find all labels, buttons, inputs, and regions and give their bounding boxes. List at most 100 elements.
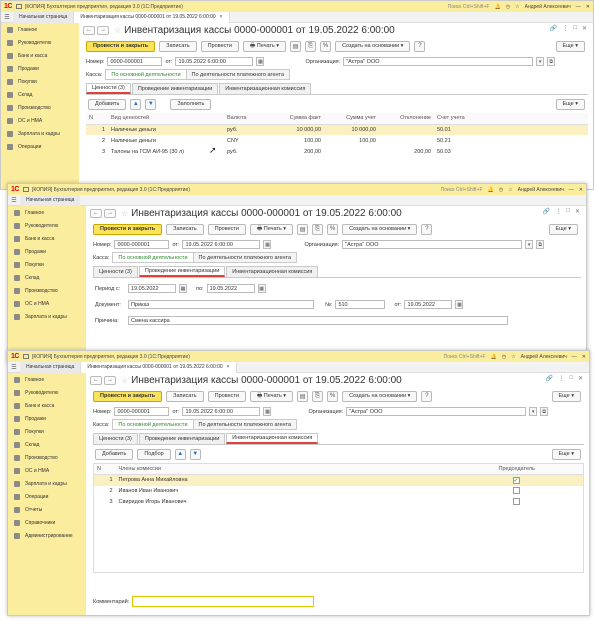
add-button[interactable]: Добавить [88, 98, 127, 110]
expand-icon[interactable]: □ [573, 25, 577, 32]
back-icon[interactable]: ← [83, 25, 95, 35]
minimize-icon[interactable]: — [572, 354, 577, 360]
more-icon[interactable]: ⋮ [558, 375, 564, 382]
doc-no-field[interactable]: 510 [335, 300, 386, 309]
back-icon[interactable]: ← [90, 208, 102, 218]
tab-conduct[interactable]: Проведение инвентаризации [131, 83, 219, 94]
number-field[interactable]: 0000-000001 [107, 57, 163, 66]
expand-icon[interactable]: □ [566, 208, 570, 215]
period-to-field[interactable]: 19.05.2022 [206, 284, 255, 293]
reason-field[interactable]: Смена кассира [128, 316, 508, 325]
history-icon[interactable]: ◷ [506, 4, 510, 10]
table-row[interactable]: 2 Иванов Иван Иванович [94, 486, 584, 497]
search-hint[interactable]: Поиск Ctrl+Shift+F [448, 4, 490, 10]
calendar-icon[interactable]: ▦ [257, 284, 266, 293]
history-icon[interactable]: ◷ [499, 187, 503, 193]
tab-values[interactable]: Ценности (3) [93, 266, 138, 277]
post-button[interactable]: Провести [200, 40, 240, 52]
favorite-star-icon[interactable]: ☆ [114, 26, 121, 35]
calendar-icon[interactable]: ▦ [256, 57, 265, 66]
org-open-icon[interactable]: ⧉ [536, 240, 545, 249]
org-field[interactable]: "Астра" ООО [342, 240, 523, 249]
close-form-icon[interactable]: ✕ [582, 25, 587, 32]
tab-home[interactable]: Начальная страница [20, 361, 81, 373]
post-button[interactable]: Провести [207, 390, 247, 402]
help-button[interactable]: ? [421, 390, 433, 402]
tab-conduct[interactable]: Проведение инвентаризации [138, 433, 226, 444]
sidebar-item-production[interactable]: Производство [8, 284, 86, 297]
chair-checkbox[interactable] [512, 486, 520, 494]
expand-icon[interactable]: □ [569, 375, 573, 382]
user-name[interactable]: Андрей Алексеевич [521, 354, 567, 360]
sidebar-item-assets[interactable]: ОС и НМА [8, 464, 86, 477]
tab-document[interactable]: Инвентаризация кассы 0000-000001 от 19.0… [73, 11, 230, 23]
favorite-star-icon[interactable]: ☆ [121, 209, 128, 218]
sidebar-item-purchases[interactable]: Покупки [8, 425, 86, 438]
tab-values[interactable]: Ценности (3) [86, 83, 131, 94]
cash-agent-tab[interactable]: По деятельности платежного агента [185, 69, 291, 80]
sidebar-item-operations[interactable]: Операции [1, 140, 79, 153]
report-icon[interactable]: ▤ [297, 390, 309, 402]
org-dropdown-icon[interactable]: ▾ [536, 57, 545, 66]
help-button[interactable]: ? [421, 223, 433, 235]
menu-icon[interactable]: ☰ [8, 197, 20, 204]
tab-home[interactable]: Начальная страница [20, 194, 81, 206]
cash-agent-tab[interactable]: По деятельности платежного агента [192, 419, 298, 430]
tab-document[interactable]: Инвентаризация кассы 0000-000001 от 19.0… [80, 361, 237, 373]
sidebar-item-assets[interactable]: ОС и НМА [1, 114, 79, 127]
select-button[interactable]: Подбор [137, 448, 171, 460]
period-from-field[interactable]: 19.05.2022 [128, 284, 176, 293]
star-icon[interactable]: ☆ [511, 354, 515, 360]
cash-main-tab[interactable]: По основной деятельности [112, 252, 194, 263]
forward-icon[interactable]: → [104, 375, 116, 385]
add-button[interactable]: Добавить [95, 448, 134, 460]
print-button[interactable]: 🖶 Печать ▾ [250, 223, 294, 235]
sidebar-item-salary[interactable]: Зарплата и кадры [1, 127, 79, 140]
sidebar-item-main[interactable]: Главное [8, 206, 86, 219]
sidebar-item-manager[interactable]: Руководителю [8, 386, 86, 399]
report-icon[interactable]: ▤ [290, 40, 302, 52]
menu-icon[interactable]: ☰ [1, 14, 13, 21]
more-button[interactable]: Еще ▾ [548, 223, 578, 235]
percent-icon[interactable]: % [327, 223, 339, 235]
post-close-button[interactable]: Провести и закрыть [93, 223, 163, 235]
close-form-icon[interactable]: ✕ [575, 208, 580, 215]
percent-icon[interactable]: % [327, 390, 339, 402]
menu-icon[interactable]: ☰ [8, 364, 20, 371]
tab-home[interactable]: Начальная страница [13, 11, 74, 23]
sidebar-item-admin[interactable]: Администрирование [8, 529, 86, 542]
back-icon[interactable]: ← [90, 375, 102, 385]
forward-icon[interactable]: → [97, 25, 109, 35]
sidebar-item-sales[interactable]: Продажи [8, 412, 86, 425]
create-based-button[interactable]: Создать на основании ▾ [342, 223, 418, 235]
table-row[interactable]: 1 Петрова Анна Михайловна ✓ [93, 474, 584, 486]
cash-main-tab[interactable]: По основной деятельности [112, 419, 194, 430]
print-button[interactable]: 🖶 Печать ▾ [243, 40, 287, 52]
sidebar-item-main[interactable]: Главное [8, 373, 86, 386]
post-button[interactable]: Провести [207, 223, 247, 235]
save-button[interactable]: Записать [159, 40, 197, 52]
move-down-icon[interactable]: ▼ [145, 98, 157, 110]
forward-icon[interactable]: → [104, 208, 116, 218]
search-hint[interactable]: Поиск Ctrl+Shift+F [441, 187, 483, 193]
favorite-star-icon[interactable]: ☆ [121, 376, 128, 385]
print-button[interactable]: 🖶 Печать ▾ [250, 390, 294, 402]
date-field[interactable]: 19.05.2022 6:00:00 [182, 407, 261, 416]
org-field[interactable]: "Астра" ООО [346, 407, 527, 416]
sidebar-item-assets[interactable]: ОС и НМА [8, 297, 86, 310]
save-button[interactable]: Записать [166, 390, 204, 402]
tab-close-icon[interactable]: × [227, 362, 230, 373]
table-row[interactable]: 2 Наличные деньги CNY 100,00 100,00 50.2… [86, 135, 588, 146]
chair-checkbox[interactable]: ✓ [512, 476, 520, 484]
attach-icon[interactable]: ⎘ [312, 390, 324, 402]
sidebar-item-operations[interactable]: Операции [8, 490, 86, 503]
cash-agent-tab[interactable]: По деятельности платежного агента [192, 252, 298, 263]
create-based-button[interactable]: Создать на основании ▾ [342, 390, 418, 402]
calendar-icon[interactable]: ▦ [179, 284, 187, 293]
doc-field[interactable]: Приказ [128, 300, 314, 309]
date-field[interactable]: 19.05.2022 6:00:00 [175, 57, 254, 66]
sidebar-item-purchases[interactable]: Покупки [8, 258, 86, 271]
table-more-button[interactable]: Еще ▾ [555, 98, 585, 110]
bell-icon[interactable]: 🔔 [488, 187, 494, 193]
close-icon[interactable]: ✕ [579, 187, 583, 193]
